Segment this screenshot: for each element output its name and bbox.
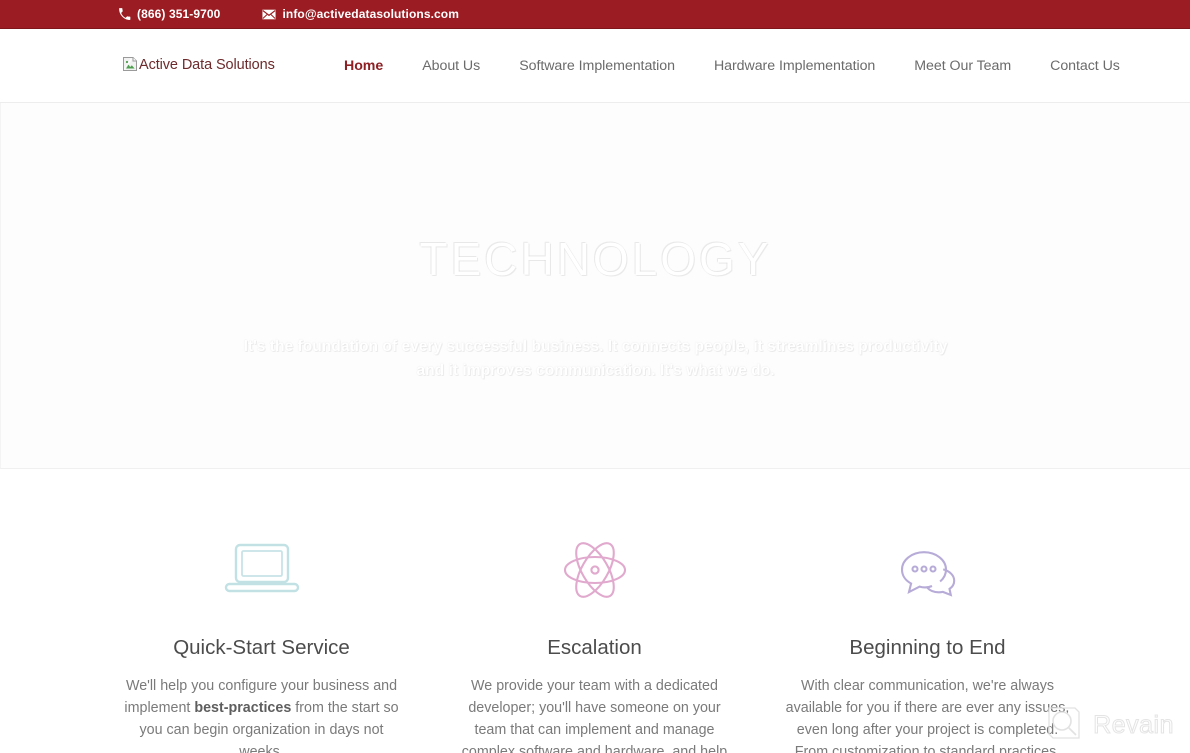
main-navigation: Home About Us Software Implementation Ha… bbox=[344, 58, 1120, 74]
feature-columns: Quick-Start Service We'll help you confi… bbox=[0, 469, 1190, 753]
feature-body: We'll help you configure your business a… bbox=[118, 675, 405, 753]
feature-body-part-1: With clear communication, we're always a… bbox=[785, 677, 1070, 753]
phone-link[interactable]: (866) 351-9700 bbox=[117, 7, 220, 21]
phone-icon bbox=[117, 7, 131, 21]
nav-item-contact-us[interactable]: Contact Us bbox=[1050, 58, 1120, 74]
feature-card-quick-start-service: Quick-Start Service We'll help you confi… bbox=[95, 531, 428, 753]
feature-body-emphasis: best-practices bbox=[194, 699, 292, 716]
feature-title: Quick-Start Service bbox=[173, 636, 350, 659]
nav-item-software-implementation[interactable]: Software Implementation bbox=[519, 58, 675, 74]
nav-item-home[interactable]: Home bbox=[344, 58, 383, 74]
feature-title: Escalation bbox=[547, 636, 642, 659]
email-link[interactable]: info@activedatasolutions.com bbox=[262, 7, 459, 21]
nav-item-about-us[interactable]: About Us bbox=[422, 58, 480, 74]
atom-icon bbox=[451, 531, 738, 609]
email-address: info@activedatasolutions.com bbox=[282, 7, 459, 21]
feature-card-beginning-to-end: Beginning to End With clear communicatio… bbox=[761, 531, 1094, 753]
hero-section: TECHNOLOGY It's the foundation of every … bbox=[0, 103, 1190, 469]
logo-alt-text: Active Data Solutions bbox=[139, 57, 275, 74]
feature-body: With clear communication, we're always a… bbox=[784, 675, 1071, 753]
broken-image-icon bbox=[122, 56, 138, 72]
laptop-icon bbox=[118, 531, 405, 609]
envelope-icon bbox=[262, 7, 277, 21]
feature-body-part-1: We provide your team with a dedicated de… bbox=[461, 677, 728, 753]
feature-title: Beginning to End bbox=[849, 636, 1006, 659]
top-utility-bar: (866) 351-9700 info@activedatasolutions.… bbox=[0, 0, 1190, 29]
chat-bubbles-icon bbox=[784, 531, 1071, 609]
site-header: Active Data Solutions Home About Us Soft… bbox=[0, 29, 1190, 103]
nav-item-hardware-implementation[interactable]: Hardware Implementation bbox=[714, 58, 875, 74]
phone-number: (866) 351-9700 bbox=[137, 7, 221, 21]
hero-title: TECHNOLOGY bbox=[419, 233, 772, 285]
feature-body: We provide your team with a dedicated de… bbox=[451, 675, 738, 753]
nav-item-meet-our-team[interactable]: Meet Our Team bbox=[914, 58, 1011, 74]
feature-card-escalation: Escalation We provide your team with a d… bbox=[428, 531, 761, 753]
hero-subtitle: It's the foundation of every successful … bbox=[243, 337, 948, 379]
site-logo[interactable]: Active Data Solutions bbox=[122, 56, 275, 74]
